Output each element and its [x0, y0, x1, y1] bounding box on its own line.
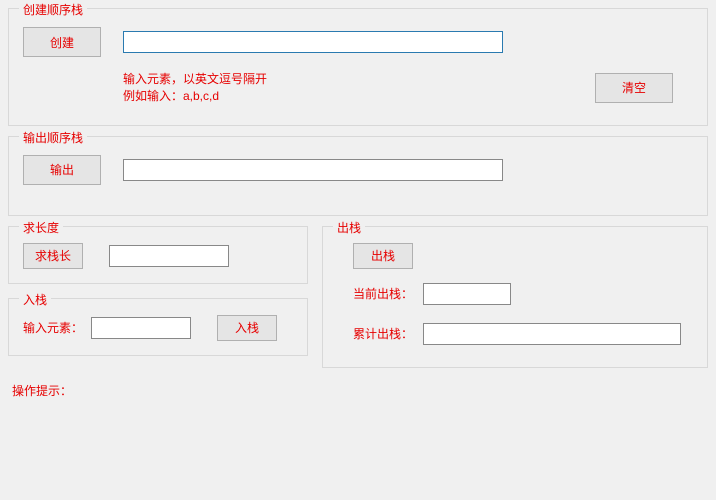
output-stack-panel: 输出顺序栈 输出	[8, 136, 708, 216]
pop-current-label: 当前出栈：	[353, 285, 415, 302]
push-label: 输入元素：	[23, 319, 83, 336]
create-stack-panel: 创建顺序栈 创建 输入元素，以英文逗号隔开 例如输入：a,b,c,d 清空	[8, 8, 708, 126]
length-button[interactable]: 求栈长	[23, 243, 83, 269]
pop-current-field[interactable]	[423, 283, 511, 305]
pop-cumulative-label: 累计出栈：	[353, 325, 415, 342]
push-panel: 入栈 输入元素： 入栈	[8, 298, 308, 356]
create-hint: 输入元素，以英文逗号隔开 例如输入：a,b,c,d	[123, 71, 267, 105]
output-stack-legend: 输出顺序栈	[19, 129, 87, 146]
clear-button[interactable]: 清空	[595, 73, 673, 103]
length-legend: 求长度	[19, 219, 63, 236]
tips-label: 操作提示：	[12, 384, 72, 398]
output-button[interactable]: 输出	[23, 155, 101, 185]
length-panel: 求长度 求栈长	[8, 226, 308, 284]
pop-legend: 出栈	[333, 219, 365, 236]
length-field[interactable]	[109, 245, 229, 267]
pop-cumulative-field[interactable]	[423, 323, 681, 345]
create-button[interactable]: 创建	[23, 27, 101, 57]
create-input[interactable]	[123, 31, 503, 53]
output-field[interactable]	[123, 159, 503, 181]
create-hint-line1: 输入元素，以英文逗号隔开	[123, 71, 267, 88]
push-button[interactable]: 入栈	[217, 315, 277, 341]
create-hint-line2: 例如输入：a,b,c,d	[123, 88, 267, 105]
pop-button[interactable]: 出栈	[353, 243, 413, 269]
create-stack-legend: 创建顺序栈	[19, 1, 87, 18]
push-legend: 入栈	[19, 291, 51, 308]
push-input[interactable]	[91, 317, 191, 339]
pop-panel: 出栈 出栈 当前出栈： 累计出栈：	[322, 226, 708, 368]
